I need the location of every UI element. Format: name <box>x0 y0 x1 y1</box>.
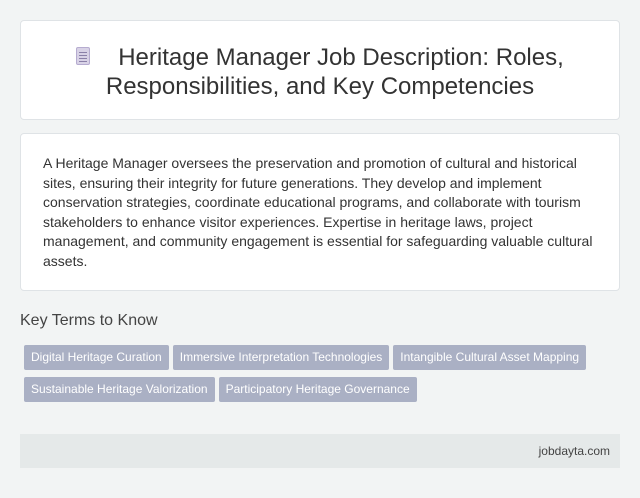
key-terms-heading: Key Terms to Know <box>20 312 158 329</box>
footer-site-link[interactable]: jobdayta.com <box>539 444 610 458</box>
title-card: Heritage Manager Job Description: Roles,… <box>20 20 620 120</box>
tag-immersive-interpretation-technologies[interactable]: Immersive Interpretation Technologies <box>172 345 390 370</box>
document-icon <box>76 47 91 65</box>
tag-row: Digital Heritage Curation Immersive Inter… <box>24 345 614 377</box>
page-title: Heritage Manager Job Description: Roles,… <box>21 43 619 101</box>
tag-digital-heritage-curation[interactable]: Digital Heritage Curation <box>24 345 169 370</box>
tag-intangible-cultural-asset-mapping[interactable]: Intangible Cultural Asset Mapping <box>393 345 587 370</box>
description-text: A Heritage Manager oversees the preserva… <box>43 155 593 269</box>
key-terms-tags: Digital Heritage Curation Immersive Inter… <box>24 345 614 409</box>
tag-row: Sustainable Heritage Valorization Partici… <box>24 377 614 409</box>
tag-sustainable-heritage-valorization[interactable]: Sustainable Heritage Valorization <box>24 377 215 402</box>
tag-participatory-heritage-governance[interactable]: Participatory Heritage Governance <box>218 377 417 402</box>
footer: jobdayta.com <box>20 434 620 468</box>
page-title-text: Heritage Manager Job Description: Roles,… <box>105 44 564 100</box>
description-card: A Heritage Manager oversees the preserva… <box>20 133 620 291</box>
